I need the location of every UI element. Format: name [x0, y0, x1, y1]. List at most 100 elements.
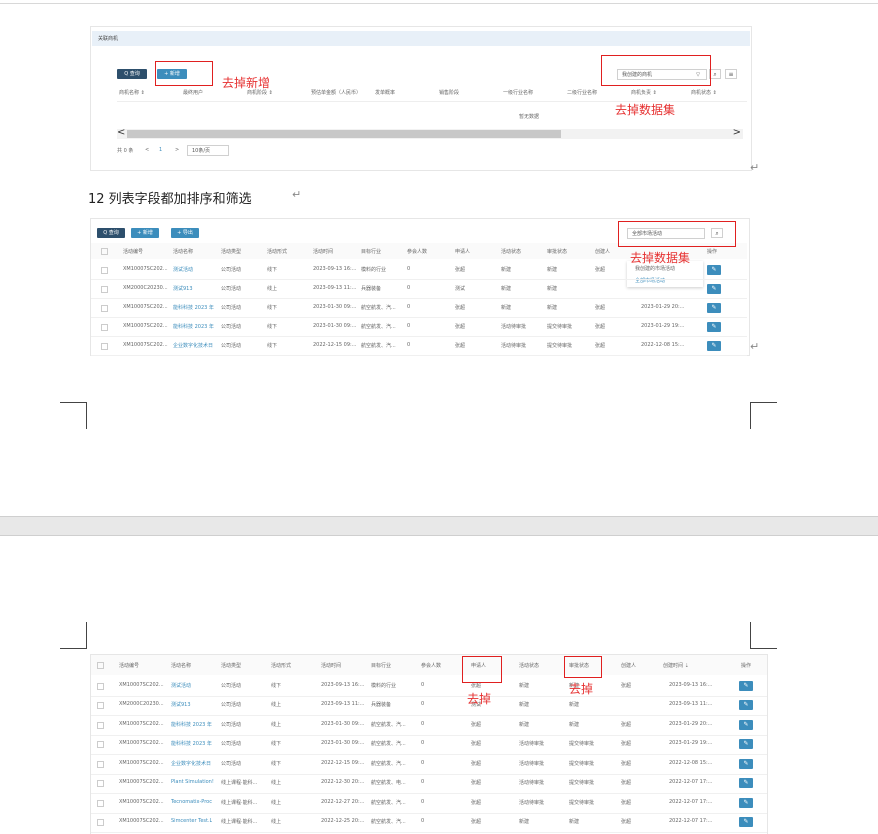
page-size-select[interactable]: 10条/页 — [187, 145, 229, 156]
table-row[interactable]: XM2000C20230... 测试913 公司活动 线上 2023-09-13 11:… — [91, 696, 767, 716]
col-header[interactable]: 创建时间 ⇣ — [663, 662, 689, 669]
col-header[interactable]: 活动状态 — [501, 248, 521, 255]
activity-name-link[interactable]: 能科科技 2023 年 — [171, 740, 212, 747]
activity-name-link[interactable]: 测试活动 — [173, 266, 193, 273]
row-checkbox[interactable] — [101, 285, 108, 293]
col-header[interactable]: 目标行业 — [361, 248, 381, 255]
query-button[interactable]: Q 查询 — [97, 228, 125, 238]
col-header[interactable]: 二级行业名称 — [567, 89, 597, 96]
row-checkbox[interactable] — [101, 323, 108, 331]
table-row[interactable]: XM10007SC202... 企业数字化技术日 公司活动 线下 2022-12-15 … — [91, 754, 767, 775]
edit-icon[interactable]: ✎ — [707, 264, 721, 275]
activity-name-link[interactable]: Plant Simulation! — [171, 779, 214, 785]
table-row[interactable]: XM10007SC202... 能科科技 2023 年 公司活动 线上 2023-01-… — [91, 715, 767, 736]
row-checkbox[interactable] — [97, 741, 104, 749]
col-header[interactable]: 活动名称 — [173, 248, 193, 255]
col-header[interactable]: 创建人 — [621, 662, 636, 669]
activity-name-link[interactable]: 能科科技 2023 年 — [173, 304, 214, 311]
grid-icon[interactable]: ≡ — [725, 69, 737, 79]
col-header[interactable]: 活动编号 — [119, 662, 139, 669]
edit-icon[interactable]: ✎ — [707, 302, 721, 313]
activity-name-link[interactable]: 企业数字化技术日 — [173, 342, 213, 349]
edit-icon[interactable]: ✎ — [739, 817, 753, 828]
row-checkbox[interactable] — [97, 721, 104, 729]
col-header[interactable]: 活动形式 — [267, 248, 287, 255]
row-checkbox[interactable] — [97, 682, 104, 690]
add-button[interactable]: + 新增 — [131, 228, 159, 238]
col-header[interactable]: 商机名称 ⇕ — [119, 89, 145, 96]
table-row[interactable]: XM10007SC202... 能科科技 2023 年公司活动 线下 2023-01-… — [91, 735, 767, 755]
col-header[interactable]: 活动状态 — [519, 662, 539, 669]
edit-icon[interactable]: ✎ — [739, 700, 753, 711]
scrollbar-thumb[interactable] — [127, 130, 561, 138]
row-checkbox[interactable] — [97, 819, 104, 827]
table-row[interactable]: XM10007SC202... 能科科技 2023 年公司活动 线下 2023-01-… — [91, 317, 747, 337]
activity-name-link[interactable]: Tecnomatix-Proc — [171, 799, 212, 805]
col-header[interactable]: 审批状态 — [547, 248, 567, 255]
col-header[interactable]: 创建人 — [595, 248, 610, 255]
export-button[interactable]: + 导出 — [171, 228, 199, 238]
horizontal-scrollbar[interactable]: < > — [117, 127, 743, 139]
col-header[interactable]: 活动名称 — [171, 662, 191, 669]
activity-name-link[interactable]: 测试913 — [173, 285, 193, 292]
row-checkbox[interactable] — [101, 266, 108, 274]
edit-icon[interactable]: ✎ — [739, 739, 753, 750]
col-header[interactable]: 商机负责 ⇕ — [631, 89, 657, 96]
col-header[interactable]: 活动类型 — [221, 662, 241, 669]
table-row[interactable]: XM10007SC202... 测试活动 公司活动 线下 2023-09-13 16:.… — [91, 676, 767, 697]
query-button[interactable]: Q 查询 — [117, 69, 147, 79]
row-checkbox[interactable] — [97, 799, 104, 807]
row-checkbox[interactable] — [97, 760, 104, 768]
current-page[interactable]: 1 — [159, 147, 162, 153]
table-row[interactable]: XM10007SC202... Tecnomatix-Proc 线上课程·能科...… — [91, 793, 767, 814]
prev-page-icon[interactable]: < — [145, 147, 149, 153]
table-cell: 公司活动 — [221, 285, 242, 292]
annotation-remove-add: 去掉新增 — [222, 76, 271, 90]
col-header[interactable]: 活动时间 — [321, 662, 341, 669]
edit-icon[interactable]: ✎ — [707, 283, 721, 294]
activity-name-link[interactable]: Simcenter Test.L — [171, 818, 212, 824]
row-checkbox[interactable] — [101, 304, 108, 312]
activity-name-link[interactable]: 测试913 — [171, 701, 191, 708]
col-header[interactable]: 活动形式 — [271, 662, 291, 669]
next-page-icon[interactable]: > — [175, 147, 179, 153]
scroll-left-icon[interactable]: < — [117, 127, 125, 138]
table-row[interactable]: XM10007SC202... Simcenter Test.L 线上课程·能科..… — [91, 813, 767, 833]
table-header: 商机名称 ⇕ 最终用户 商机阶段 ⇕ 预估单金额（人民币） 发单概率 销售阶段 … — [117, 85, 747, 102]
edit-icon[interactable]: ✎ — [707, 321, 721, 332]
table-row[interactable]: XM10007SC202... Plant Simulation! 线上课程·能科.… — [91, 774, 767, 794]
table-row[interactable]: XM10007SC202... 能科科技 2023 年公司活动 线下 2023-01-… — [91, 298, 747, 318]
col-header[interactable]: 一级行业名称 — [503, 89, 533, 96]
table-row[interactable]: XM10007SC202... 企业数字化技术日 公司活动 线下 2022-12-15 … — [91, 336, 747, 356]
table-cell: 2023-09-13 16:... — [321, 681, 365, 688]
edit-icon[interactable]: ✎ — [707, 340, 721, 351]
col-header[interactable]: 申请人 — [455, 248, 470, 255]
row-checkbox[interactable] — [101, 342, 108, 350]
col-header[interactable]: 活动类型 — [221, 248, 241, 255]
activity-name-link[interactable]: 企业数字化技术日 — [171, 760, 211, 767]
col-header[interactable]: 活动编号 — [123, 248, 143, 255]
col-header[interactable]: 商机状态 ⇕ — [691, 89, 717, 96]
col-header[interactable]: 最终用户 — [183, 89, 203, 96]
row-checkbox[interactable] — [97, 780, 104, 788]
activity-name-link[interactable]: 能科科技 2023 年 — [173, 323, 214, 330]
col-header[interactable]: 发单概率 — [375, 89, 395, 96]
row-checkbox[interactable] — [97, 702, 104, 710]
table-row[interactable]: XM2000C20230... 测试913 公司活动 线上 2023-09-13 11:… — [91, 279, 747, 299]
activity-name-link[interactable]: 测试活动 — [171, 682, 191, 689]
edit-icon[interactable]: ✎ — [739, 719, 753, 730]
col-header[interactable]: 参会人数 — [421, 662, 441, 669]
col-header[interactable]: 活动时间 — [313, 248, 333, 255]
scroll-right-icon[interactable]: > — [733, 127, 741, 138]
edit-icon[interactable]: ✎ — [739, 758, 753, 769]
select-all-checkbox[interactable] — [101, 248, 108, 255]
activity-name-link[interactable]: 能科科技 2023 年 — [171, 721, 212, 728]
col-header[interactable]: 销售阶段 — [439, 89, 459, 96]
col-header[interactable]: 参会人数 — [407, 248, 427, 255]
edit-icon[interactable]: ✎ — [739, 680, 753, 691]
edit-icon[interactable]: ✎ — [739, 797, 753, 808]
col-header[interactable]: 预估单金额（人民币） — [311, 89, 361, 96]
col-header[interactable]: 目标行业 — [371, 662, 391, 669]
edit-icon[interactable]: ✎ — [739, 778, 753, 789]
select-all-checkbox[interactable] — [97, 662, 104, 669]
